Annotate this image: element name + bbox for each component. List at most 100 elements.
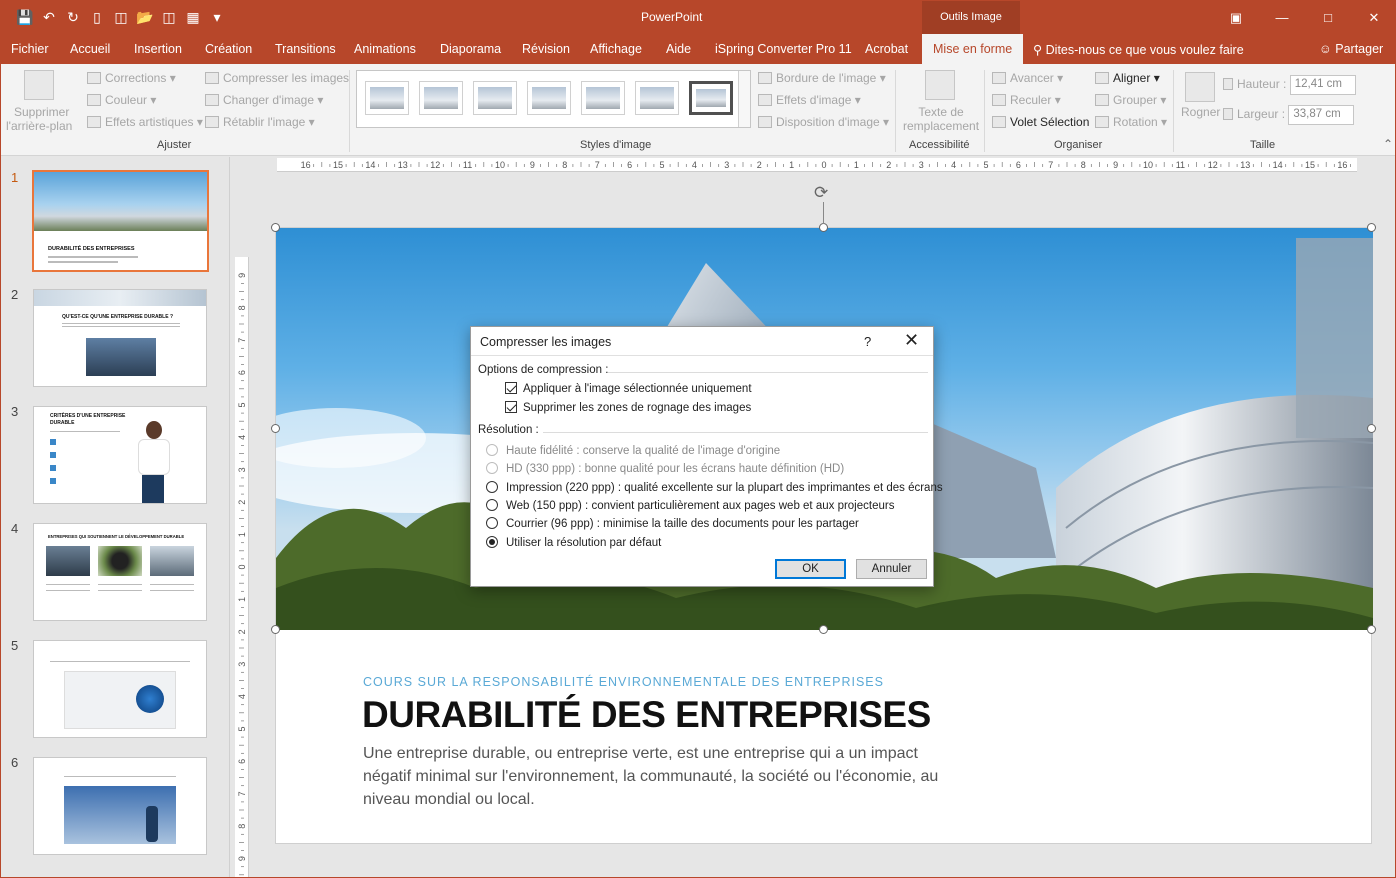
radio-web[interactable]: Web (150 ppp) : convient particulièremen… [486,499,894,512]
slide-title[interactable]: DURABILITÉ DES ENTREPRISES [362,694,931,736]
radio-courrier[interactable]: Courrier (96 ppp) : minimise la taille d… [486,517,859,530]
customize-icon[interactable]: ▾ [207,7,227,27]
largeur-input[interactable]: 33,87 cm [1288,105,1355,125]
redo-icon[interactable]: ↻ [63,7,83,27]
tab-creation[interactable]: Création [205,42,252,56]
resize-handle[interactable] [271,424,280,433]
close-icon[interactable]: ✕ [1351,1,1395,34]
slide-thumbnail-4[interactable]: ENTREPRISES QUI SOUTIENNENT LE DÉVELOPPE… [33,523,207,621]
effets-artistiques-button[interactable]: Effets artistiques ▾ [87,115,203,129]
style-thumb-4[interactable] [527,81,571,115]
resize-handle[interactable] [819,223,828,232]
radio-hd[interactable]: HD (330 ppp) : bonne qualité pour les éc… [486,462,844,475]
radio-haute-fidelite[interactable]: Haute fidélité : conserve la qualité de … [486,444,780,457]
tab-revision[interactable]: Révision [522,42,570,56]
style-thumb-3[interactable] [473,81,517,115]
tab-transitions[interactable]: Transitions [275,42,336,56]
style-thumb-5[interactable] [581,81,625,115]
slide-number: 4 [11,521,19,536]
volet-selection-button[interactable]: Volet Sélection [992,115,1089,129]
resize-handle[interactable] [1367,223,1376,232]
present-icon[interactable]: ▯ [87,7,107,27]
rotate-handle-icon[interactable]: ⟳ [814,183,828,203]
slide-thumbnail-6[interactable] [33,757,207,855]
avancer-button[interactable]: Avancer ▾ [992,71,1063,85]
reculer-button[interactable]: Reculer ▾ [992,93,1061,107]
tab-aide[interactable]: Aide [666,42,691,56]
grouper-button[interactable]: Grouper ▾ [1095,93,1166,107]
slide-body[interactable]: Une entreprise durable, ou entreprise ve… [363,742,963,811]
more-icon[interactable]: ▦ [183,7,203,27]
tab-insertion[interactable]: Insertion [134,42,182,56]
hauteur-input[interactable]: 12,41 cm [1289,75,1356,95]
ruler-number: 5 [237,402,247,407]
tab-acrobat[interactable]: Acrobat [865,42,908,56]
slide-subtitle[interactable]: COURS SUR LA RESPONSABILITÉ ENVIRONNEMEN… [363,675,884,689]
radio-impression[interactable]: Impression (220 ppp) : qualité excellent… [486,481,943,494]
corrections-button[interactable]: Corrections ▾ [87,71,176,85]
thumb-line [50,431,120,432]
tab-fichier[interactable]: Fichier [11,42,49,56]
couleur-button[interactable]: Couleur ▾ [87,93,156,107]
slide-thumbnail-5[interactable] [33,640,207,738]
resize-handle[interactable] [819,625,828,634]
align-icon [1095,72,1109,84]
minimize-icon[interactable]: — [1259,1,1305,34]
crop-icon [1185,72,1215,102]
style-thumb-6[interactable] [635,81,679,115]
style-thumb-7[interactable] [689,81,733,115]
new-icon[interactable]: ◫ [111,7,131,27]
radio-courrier-label: Courrier (96 ppp) : minimise la taille d… [506,518,859,530]
slide-thumbnail-2[interactable]: QU'EST-CE QU'UNE ENTREPRISE DURABLE ? [33,289,207,387]
help-button[interactable]: ? [864,334,871,349]
tab-accueil[interactable]: Accueil [70,42,110,56]
slide-thumbnail-1[interactable]: DURABILITÉ DES ENTREPRISES [32,170,209,272]
building-right [1296,238,1373,438]
apply-only-selected-checkbox[interactable]: Appliquer à l'image sélectionnée uniquem… [505,382,752,395]
separator [984,70,985,152]
changer-image-button[interactable]: Changer d'image ▾ [205,93,323,107]
picture-styles-gallery[interactable] [356,70,751,128]
compresser-images-button[interactable]: Compresser les images [205,71,349,85]
save-icon[interactable]: 💾 [15,7,35,27]
rotation-button[interactable]: Rotation ▾ [1095,115,1167,129]
ok-button[interactable]: OK [775,559,846,579]
gallery-scroll[interactable] [738,71,750,127]
tab-mise-en-forme[interactable]: Mise en forme [922,34,1024,64]
retablir-image-button[interactable]: Rétablir l'image ▾ [205,115,315,129]
tell-me-search[interactable]: ⚲ Dites-nous ce que vous voulez faire [1033,42,1244,57]
delete-cropped-areas-checkbox[interactable]: Supprimer les zones de rognage des image… [505,401,751,414]
resize-handle[interactable] [271,625,280,634]
share-button[interactable]: ☺ Partager [1319,42,1383,56]
remove-background-button[interactable]: Supprimer l'arrière-plan [6,105,72,133]
compress-icon [205,72,219,84]
radio-default-resolution[interactable]: Utiliser la résolution par défaut [486,536,661,549]
resize-handle[interactable] [271,223,280,232]
undo-icon[interactable]: ↶ [39,7,59,27]
maximize-icon[interactable]: □ [1305,1,1351,34]
disposition-image-button[interactable]: Disposition d'image ▾ [758,115,889,129]
layout-icon[interactable]: ◫ [159,7,179,27]
tab-animations[interactable]: Animations [354,42,416,56]
bordure-image-button[interactable]: Bordure de l'image ▾ [758,71,886,85]
ribbon-display-icon[interactable]: ▣ [1213,1,1259,34]
ruler-number: 1 [854,160,859,170]
cancel-button[interactable]: Annuler [856,559,927,579]
slide-number: 6 [11,755,19,770]
collapse-ribbon-icon[interactable]: ⌃ [1383,137,1393,151]
tab-diaporama[interactable]: Diaporama [440,42,501,56]
style-thumb-1[interactable] [365,81,409,115]
resize-handle[interactable] [1367,424,1376,433]
aligner-button[interactable]: Aligner ▾ [1095,71,1160,85]
dialog-close-button[interactable]: ✕ [904,330,919,351]
radio-default-resolution-label: Utiliser la résolution par défaut [506,537,662,549]
open-icon[interactable]: 📂 [135,7,155,27]
tab-affichage[interactable]: Affichage [590,42,642,56]
style-thumb-2[interactable] [419,81,463,115]
slide-thumbnail-3[interactable]: CRITÈRES D'UNE ENTREPRISE DURABLE [33,406,207,504]
tab-ispring[interactable]: iSpring Converter Pro 11 [715,42,852,56]
effets-image-button[interactable]: Effets d'image ▾ [758,93,861,107]
alt-text-button[interactable]: Texte de remplacement [903,105,979,133]
radio-circle [486,481,498,493]
resize-handle[interactable] [1367,625,1376,634]
